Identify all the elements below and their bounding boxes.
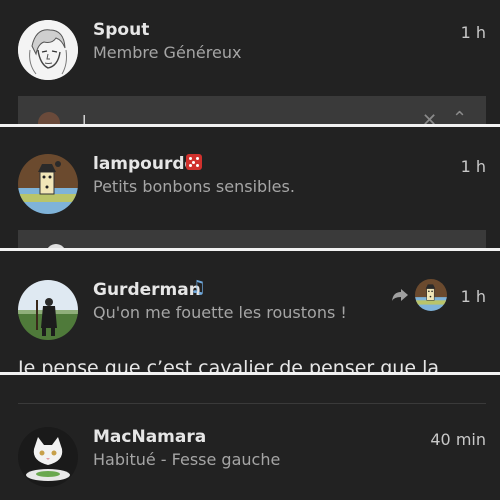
quote-box[interactable]: [18, 230, 486, 248]
post-divider: [18, 403, 486, 404]
user-title: Membre Généreux: [93, 43, 242, 62]
quote-text-partial: l: [82, 112, 87, 124]
post-macnamara: MacNamara Habitué - Fesse gauche 40 min: [0, 375, 500, 500]
post-body-text: Je pense que c’est cavalier de penser qu…: [18, 357, 439, 372]
bearded-man-field-avatar-icon: [18, 280, 78, 340]
domino-figure-avatar-icon: [18, 154, 78, 214]
user-title: Qu'on me fouette les roustons !: [93, 303, 347, 322]
quote-avatar: [38, 112, 60, 124]
post-time[interactable]: 1 h: [461, 287, 486, 306]
sketched-face-avatar-icon: [18, 20, 78, 80]
quote-box[interactable]: l ✕ ⌃: [18, 96, 486, 124]
username[interactable]: lampourde: [93, 154, 196, 174]
post-time[interactable]: 1 h: [461, 23, 486, 42]
post-gurderman: Gurderman ♫ Qu'on me fouette les rouston…: [0, 251, 500, 372]
post-time[interactable]: 40 min: [430, 430, 486, 449]
avatar[interactable]: [18, 154, 78, 214]
reply-arrow-icon[interactable]: [390, 287, 410, 307]
user-title: Petits bonbons sensibles.: [93, 177, 295, 196]
avatar[interactable]: [18, 427, 78, 487]
post-time[interactable]: 1 h: [461, 157, 486, 176]
username[interactable]: MacNamara: [93, 427, 206, 447]
topic-screen: Spout Membre Généreux 1 h l ✕ ⌃ lampourd…: [0, 0, 500, 500]
username[interactable]: Spout: [93, 20, 149, 40]
close-icon[interactable]: ✕: [422, 110, 437, 124]
domino-figure-avatar-icon: [415, 279, 447, 311]
username[interactable]: Gurderman: [93, 280, 201, 300]
avatar[interactable]: [18, 280, 78, 340]
cat-at-table-avatar-icon: [18, 427, 78, 487]
reply-to-avatar[interactable]: [415, 279, 447, 311]
post-spout: Spout Membre Généreux 1 h l ✕ ⌃: [0, 0, 500, 124]
post-lampourde: lampourde Petits bonbons sensibles. 1 h: [0, 127, 500, 248]
red-dice-icon: [186, 154, 202, 170]
user-title: Habitué - Fesse gauche: [93, 450, 281, 469]
music-note-icon: ♫: [190, 277, 207, 298]
avatar[interactable]: [18, 20, 78, 80]
chevron-up-icon[interactable]: ⌃: [452, 108, 467, 124]
